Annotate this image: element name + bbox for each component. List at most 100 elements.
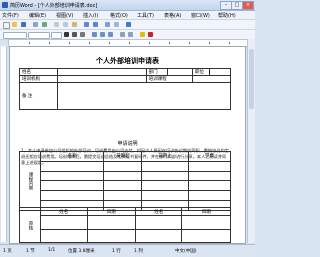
plan-cell[interactable] [40,170,105,182]
position-cell[interactable] [208,68,232,76]
close-button[interactable]: × [242,1,254,10]
save-icon[interactable] [21,22,26,27]
menu-help[interactable]: 帮助(H) [218,12,236,19]
status-page: 1 页 [3,249,12,254]
table-row: 备 注 [19,82,232,110]
align-right-icon[interactable] [108,32,113,37]
paste-icon[interactable] [72,22,77,27]
menu-tools[interactable]: 工具(T) [137,12,154,19]
approval-header-date-2: 日期 [181,206,231,217]
zoom-icon[interactable] [126,22,131,27]
approval-cell[interactable] [86,228,137,243]
word-app-icon [2,2,8,8]
align-left-icon[interactable] [92,32,97,37]
italic-icon[interactable] [72,32,77,37]
status-column: 1 列 [134,249,143,254]
plan-cell[interactable] [40,180,105,192]
plan-cell[interactable] [141,160,189,172]
plan-cell[interactable] [141,180,189,192]
plan-cell[interactable] [40,160,105,172]
plan-cell[interactable] [187,160,232,172]
org-label: 培训机构 [19,75,58,83]
plan-cell[interactable] [103,160,143,172]
plan-cell[interactable] [103,190,143,202]
plan-cell[interactable] [103,180,143,192]
undo-icon[interactable] [84,22,89,27]
menu-table[interactable]: 表格(A) [164,12,181,19]
menu-edit[interactable]: 编辑(E) [29,12,46,19]
menu-view[interactable]: 视图(V) [56,12,73,19]
course-cell[interactable] [192,75,231,83]
ruler-tick [229,42,230,44]
menu-window[interactable]: 窗口(W) [191,12,210,19]
status-bar: 1 页 1 节 1/1 位置 3.8厘米 1 行 1 列 中文(中国) [0,244,255,257]
ruler-tick [189,42,190,44]
dept-cell[interactable] [166,68,194,76]
bullets-icon[interactable] [120,32,125,37]
ruler-tick [29,42,30,44]
print-preview-icon[interactable] [42,22,47,27]
table-row [20,160,232,172]
table-row [20,170,232,182]
plan-cell[interactable] [141,190,189,202]
underline-icon[interactable] [80,32,85,37]
numbering-icon[interactable] [128,32,133,37]
approval-side-label: 审核 [18,207,42,243]
approval-cell[interactable] [40,228,88,243]
plan-header-end: 日期止 [141,151,189,162]
print-icon[interactable] [33,22,38,27]
open-folder-icon[interactable] [12,22,17,27]
highlight-icon[interactable] [140,32,145,37]
status-language: 中文(中国) [175,249,197,254]
ruler-tick [89,42,90,44]
approval-cell[interactable] [181,215,231,230]
columns-icon[interactable] [114,22,119,27]
menu-format[interactable]: 格式(O) [110,12,128,19]
plan-side-label: 课程内容 [18,151,42,211]
table-icon[interactable] [105,22,110,27]
status-section: 1 节 [26,249,35,254]
menu-bar: 文件(F) 编辑(E) 视图(V) 插入(I) 格式(O) 工具(T) 表格(A… [0,11,255,20]
plan-cell[interactable] [187,170,232,182]
font-color-icon[interactable] [148,32,153,37]
approval-cell[interactable] [40,215,88,230]
approval-header-date: 日期 [86,206,137,217]
vertical-ruler[interactable] [1,46,7,242]
cut-icon[interactable] [54,22,59,27]
remark-cell[interactable] [56,82,232,110]
name-cell[interactable] [56,68,147,76]
ruler-tick [149,42,150,44]
approval-cell[interactable] [181,228,231,243]
table-row: 审核 姓名 日期 姓名 日期 [18,206,231,243]
plan-cell[interactable] [187,180,232,192]
approval-cell[interactable] [86,215,137,230]
plan-cell[interactable] [103,170,143,182]
approval-cell[interactable] [135,228,183,243]
document-page[interactable]: 个人外部培训申请表 姓名 部门 职位 培训机构 培训课程 备 注 申请说明 1、… [9,46,246,244]
table-row [20,190,232,202]
name-label: 姓名 [19,68,58,76]
menu-file[interactable]: 文件(F) [2,12,19,19]
ruler-tick [49,42,50,44]
menu-insert[interactable]: 插入(I) [83,12,98,19]
window-title: 简历Word - [个人外部培训申请表.doc] [10,3,98,9]
vertical-scrollbar[interactable] [247,39,255,243]
status-pages: 1/1 [48,248,56,253]
redo-icon[interactable] [93,22,98,27]
plan-cell[interactable] [141,170,189,182]
approval-cell[interactable] [135,215,183,230]
align-center-icon[interactable] [100,32,105,37]
org-cell[interactable] [56,75,147,83]
plan-cell[interactable] [187,190,232,202]
remark-label: 备 注 [19,82,58,110]
new-document-icon[interactable] [3,22,10,29]
plan-cell[interactable] [40,190,105,202]
font-size-dropdown[interactable] [51,32,62,39]
table-row: 培训机构 培训课程 [19,75,231,83]
style-dropdown[interactable] [3,32,27,39]
bold-icon[interactable] [64,32,69,37]
copy-icon[interactable] [63,22,68,27]
scrollbar-thumb[interactable] [249,49,254,109]
course-label: 培训课程 [145,75,194,83]
font-dropdown[interactable] [28,32,50,39]
